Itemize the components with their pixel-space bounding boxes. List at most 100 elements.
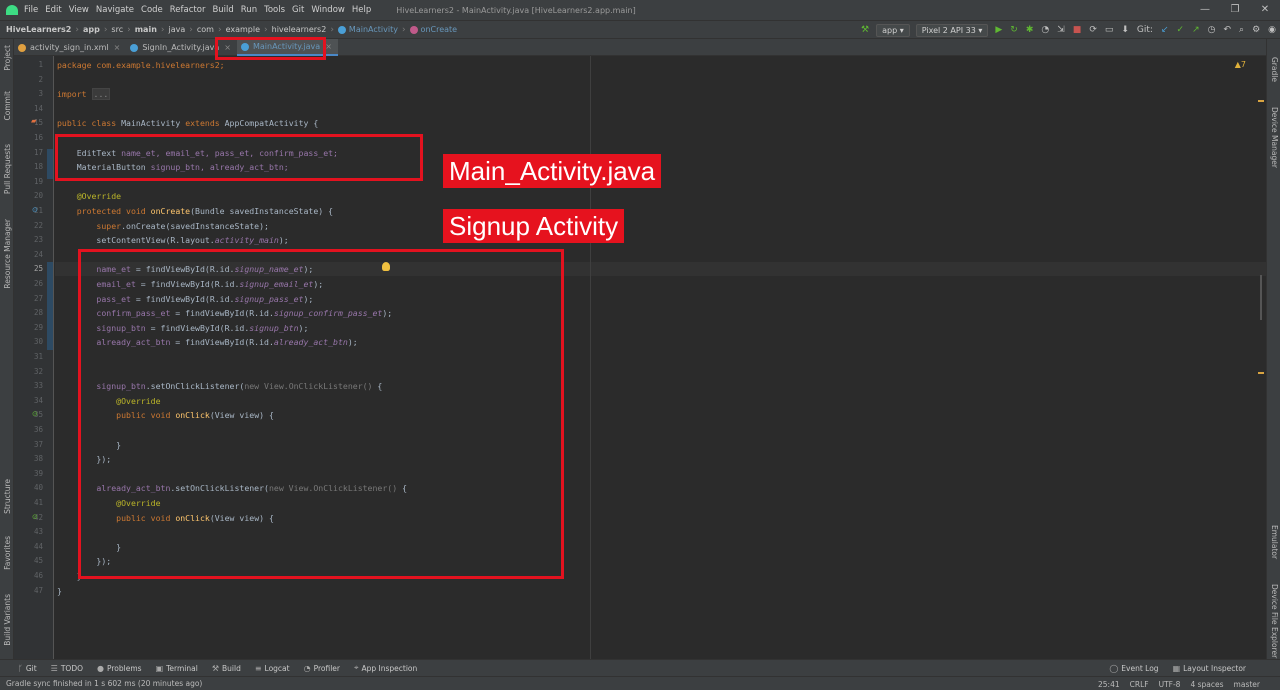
breadcrumb-app[interactable]: app: [83, 25, 100, 34]
tool-todo[interactable]: ☰ TODO: [51, 664, 83, 673]
breadcrumb-main[interactable]: main: [135, 25, 157, 34]
breadcrumb-java[interactable]: java: [169, 25, 186, 34]
menu-refactor[interactable]: Refactor: [170, 5, 206, 15]
right-tool-bar: Gradle Device Manager Emulator Device Fi…: [1266, 39, 1280, 659]
tool-layout-inspector[interactable]: ▦ Layout Inspector: [1173, 664, 1246, 673]
menu-help[interactable]: Help: [352, 5, 371, 15]
tool-commit[interactable]: Commit: [3, 91, 12, 120]
run-config-select[interactable]: app ▾: [876, 23, 910, 37]
line-number: 23: [33, 235, 43, 244]
minimize-button[interactable]: —: [1190, 0, 1220, 20]
git-push-icon[interactable]: ↗: [1192, 25, 1200, 35]
tool-logcat[interactable]: ≡ Logcat: [255, 664, 290, 673]
tool-terminal[interactable]: ▣ Terminal: [156, 664, 198, 673]
close-window-button[interactable]: ✕: [1250, 0, 1280, 20]
settings-icon[interactable]: ⚙: [1252, 25, 1260, 35]
breadcrumb-oncreate[interactable]: onCreate: [421, 25, 458, 34]
menu-build[interactable]: Build: [212, 5, 233, 15]
make-project-icon[interactable]: ⚒: [861, 25, 869, 35]
breadcrumb-hivelearners2[interactable]: hivelearners2: [272, 25, 327, 34]
caret-position[interactable]: 25:41: [1098, 680, 1120, 689]
run-toolbar: ⚒ app ▾ Pixel 2 API 33 ▾ ▶ ↻ ✱ ◔ ⇲ ■ ⟳ ▭…: [857, 21, 1280, 39]
tool-problems[interactable]: ● Problems: [97, 664, 142, 673]
menu-tools[interactable]: Tools: [264, 5, 285, 15]
implements-icon[interactable]: ▰: [31, 117, 36, 125]
code-token: (Bundle savedInstanceState) {: [190, 206, 334, 216]
profile-icon[interactable]: ◔: [1041, 25, 1049, 35]
line-separator[interactable]: CRLF: [1130, 680, 1149, 689]
tool-event-log[interactable]: ◯ Event Log: [1109, 664, 1158, 673]
todo-icon: ☰: [50, 663, 58, 673]
git-commit-icon[interactable]: ✓: [1177, 25, 1185, 35]
ide-features-icon[interactable]: ◉: [1268, 25, 1276, 35]
code-line-22: super.onCreate(savedInstanceState);: [57, 221, 269, 231]
line-number: 36: [33, 425, 43, 434]
indent-setting[interactable]: 4 spaces: [1190, 680, 1223, 689]
tool-git[interactable]: ᚴ Git: [18, 664, 37, 673]
code-token: setContentView(R.layout.: [57, 235, 215, 245]
scrollbar-thumb[interactable]: [1260, 275, 1262, 320]
device-select[interactable]: Pixel 2 API 33 ▾: [915, 23, 989, 37]
tool-build-variants[interactable]: Build Variants: [3, 594, 12, 646]
tool-device-file-explorer[interactable]: Device File Explorer: [1270, 584, 1279, 658]
line-number: 31: [33, 352, 43, 361]
inspection-warnings[interactable]: ▲7: [1235, 60, 1246, 69]
tool-label: Git: [25, 663, 37, 673]
search-everywhere-icon[interactable]: ⌕: [1239, 25, 1244, 35]
file-encoding[interactable]: UTF-8: [1159, 680, 1181, 689]
device-manager-icon[interactable]: ▭: [1105, 25, 1114, 35]
status-message[interactable]: Gradle sync finished in 1 s 602 ms (20 m…: [6, 679, 202, 688]
tool-resource-manager[interactable]: Resource Manager: [3, 219, 12, 289]
breadcrumb-mainactivity[interactable]: MainActivity: [349, 25, 398, 34]
tool-label: Build: [222, 663, 241, 673]
breadcrumb-src[interactable]: src: [111, 25, 123, 34]
changed-lines-marker: [47, 262, 53, 350]
tool-project[interactable]: Project: [3, 45, 12, 71]
debug-icon[interactable]: ✱: [1026, 25, 1034, 35]
close-tab-icon[interactable]: ×: [114, 43, 121, 52]
editor-gutter: 1 2 3 14 15 16 17 18 19 20 21 22 23 24 2…: [14, 56, 54, 659]
tool-gradle[interactable]: Gradle: [1270, 57, 1279, 82]
menu-file[interactable]: File: [24, 5, 38, 15]
override-icon[interactable]: ⊙: [32, 206, 38, 214]
breadcrumb-project[interactable]: HiveLearners2: [6, 25, 71, 34]
menu-view[interactable]: View: [69, 5, 89, 15]
breadcrumb-example[interactable]: example: [226, 25, 260, 34]
apply-changes-icon[interactable]: ↻: [1010, 25, 1018, 35]
breadcrumb-com[interactable]: com: [197, 25, 214, 34]
changed-lines-marker: [47, 149, 53, 179]
line-number: 47: [33, 586, 43, 595]
history-icon[interactable]: ◷: [1208, 25, 1216, 35]
folded-imports[interactable]: ...: [91, 88, 111, 100]
menu-run[interactable]: Run: [241, 5, 257, 15]
tool-pull-requests[interactable]: Pull Requests: [3, 144, 12, 194]
tab-activity-sign-in-xml[interactable]: activity_sign_in.xml ×: [14, 39, 126, 56]
menu-edit[interactable]: Edit: [45, 5, 61, 15]
code-line-3: import ...: [57, 88, 111, 100]
rollback-icon[interactable]: ↶: [1223, 25, 1231, 35]
run-icon[interactable]: ▶: [995, 25, 1002, 35]
tool-device-manager[interactable]: Device Manager: [1270, 107, 1279, 168]
git-branch[interactable]: master: [1234, 680, 1260, 689]
menu-navigate[interactable]: Navigate: [96, 5, 134, 15]
attach-debugger-icon[interactable]: ⇲: [1057, 25, 1065, 35]
tool-build[interactable]: ⚒ Build: [212, 664, 241, 673]
tool-favorites[interactable]: Favorites: [3, 536, 12, 570]
git-update-icon[interactable]: ↙: [1161, 25, 1169, 35]
override-icon[interactable]: ⊙: [32, 410, 38, 418]
menu-git[interactable]: Git: [292, 5, 304, 15]
tool-structure[interactable]: Structure: [3, 479, 12, 514]
tool-app-inspection[interactable]: ⌖ App Inspection: [354, 663, 417, 673]
restore-button[interactable]: ❐: [1220, 0, 1250, 20]
stop-icon[interactable]: ■: [1073, 25, 1082, 35]
tool-emulator[interactable]: Emulator: [1270, 525, 1279, 559]
override-icon[interactable]: ⊙: [32, 513, 38, 521]
menu-code[interactable]: Code: [141, 5, 163, 15]
sync-icon[interactable]: ⟳: [1089, 25, 1097, 35]
tool-label: Logcat: [264, 663, 290, 673]
close-tab-icon[interactable]: ×: [325, 42, 332, 51]
status-right: 25:41 CRLF UTF-8 4 spaces master: [1088, 677, 1260, 690]
menu-window[interactable]: Window: [311, 5, 345, 15]
sdk-manager-icon[interactable]: ⬇: [1121, 25, 1129, 35]
tool-profiler[interactable]: ◔ Profiler: [304, 664, 340, 673]
